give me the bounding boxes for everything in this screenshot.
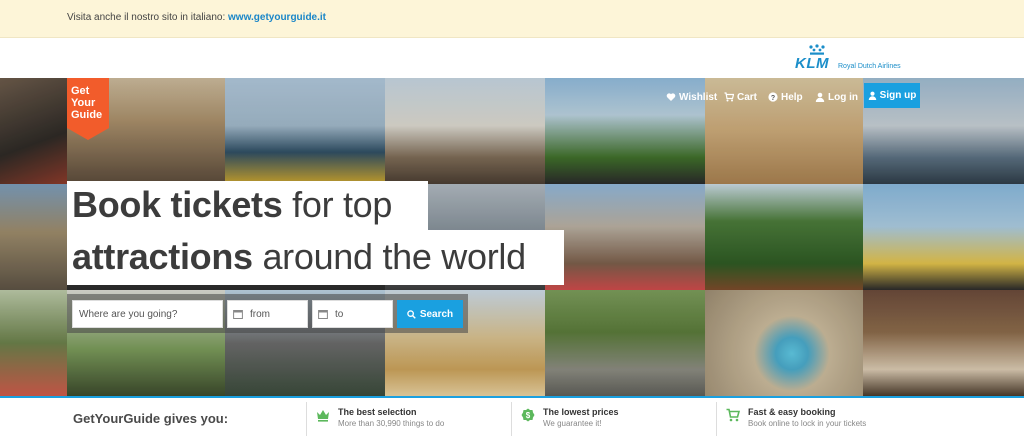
- search-bar: Where are you going? from to Search: [67, 294, 468, 333]
- benefits-bar: GetYourGuide gives you: The best selecti…: [0, 396, 1024, 437]
- dollar-badge-icon: $: [521, 408, 535, 422]
- calendar-icon: [233, 310, 243, 319]
- klm-wordmark: KLM: [795, 55, 829, 72]
- hero-headline-line-1: Book tickets for top: [67, 181, 428, 233]
- language-banner: Visita anche il nostro sito in italiano:…: [0, 0, 1024, 38]
- cart-icon: [726, 408, 740, 422]
- headline-bold-1: Book tickets: [72, 184, 283, 225]
- svg-text:?: ?: [771, 95, 775, 102]
- klm-tagline: Royal Dutch Airlines: [838, 63, 901, 70]
- calendar-icon: [318, 310, 328, 319]
- nav-help[interactable]: ? Help: [768, 91, 803, 103]
- benefits-heading: GetYourGuide gives you:: [73, 411, 229, 426]
- benefit-title: The lowest prices: [543, 407, 619, 417]
- logo-line-1: Get: [71, 85, 90, 97]
- svg-text:$: $: [526, 411, 531, 420]
- nav-wishlist-label: Wishlist: [679, 91, 718, 103]
- nav-login-label: Log in: [828, 91, 858, 103]
- signup-button[interactable]: Sign up: [864, 83, 920, 108]
- language-banner-text: Visita anche il nostro sito in italiano:…: [67, 12, 326, 23]
- nav-cart-label: Cart: [737, 91, 758, 103]
- benefits-divider: [306, 402, 307, 436]
- benefits-divider: [716, 402, 717, 436]
- user-icon: [815, 92, 825, 102]
- benefit-description: We guarantee it!: [543, 419, 602, 428]
- klm-logo[interactable]: KLM Royal Dutch Airlines: [795, 44, 915, 74]
- cart-icon: [724, 92, 734, 102]
- nav-cart[interactable]: Cart: [724, 91, 757, 103]
- date-from-input[interactable]: from: [227, 300, 308, 328]
- benefit-description: More than 30,990 things to do: [338, 419, 445, 428]
- destination-placeholder: Where are you going?: [79, 308, 178, 320]
- date-from-label: from: [250, 308, 270, 320]
- crown-icon: [317, 410, 329, 422]
- italian-site-link[interactable]: www.getyourguide.it: [228, 12, 326, 23]
- logo-line-2: Your: [71, 97, 96, 109]
- date-to-input[interactable]: to: [312, 300, 393, 328]
- benefit-title: The best selection: [338, 407, 417, 417]
- hero-headline-line-2: attractions around the world: [67, 230, 564, 285]
- user-icon: [868, 91, 876, 100]
- logo-text: Get Your Guide: [71, 85, 107, 121]
- search-button-label: Search: [419, 308, 454, 320]
- benefit-description: Book online to lock in your tickets: [748, 419, 867, 428]
- help-circle-icon: ?: [768, 92, 778, 102]
- getyourguide-logo[interactable]: Get Your Guide: [67, 78, 109, 140]
- logo-pointer: [67, 128, 109, 140]
- nav-login[interactable]: Log in: [815, 91, 858, 103]
- headline-rest-2: around the world: [252, 236, 526, 277]
- search-icon: [407, 309, 416, 319]
- benefits-divider: [511, 402, 512, 436]
- logo-line-3: Guide: [71, 109, 103, 121]
- headline-rest-1: for top: [282, 184, 393, 225]
- nav-wishlist[interactable]: Wishlist: [666, 91, 717, 103]
- heart-icon: [666, 93, 676, 101]
- benefit-title: Fast & easy booking: [748, 407, 836, 417]
- date-to-label: to: [335, 308, 344, 320]
- nav-help-label: Help: [781, 91, 803, 103]
- search-button[interactable]: Search: [397, 300, 463, 328]
- destination-input[interactable]: Where are you going?: [72, 300, 223, 328]
- signup-label: Sign up: [879, 90, 917, 101]
- language-banner-prefix: Visita anche il nostro sito in italiano:: [67, 12, 226, 23]
- headline-bold-2: attractions: [72, 236, 253, 277]
